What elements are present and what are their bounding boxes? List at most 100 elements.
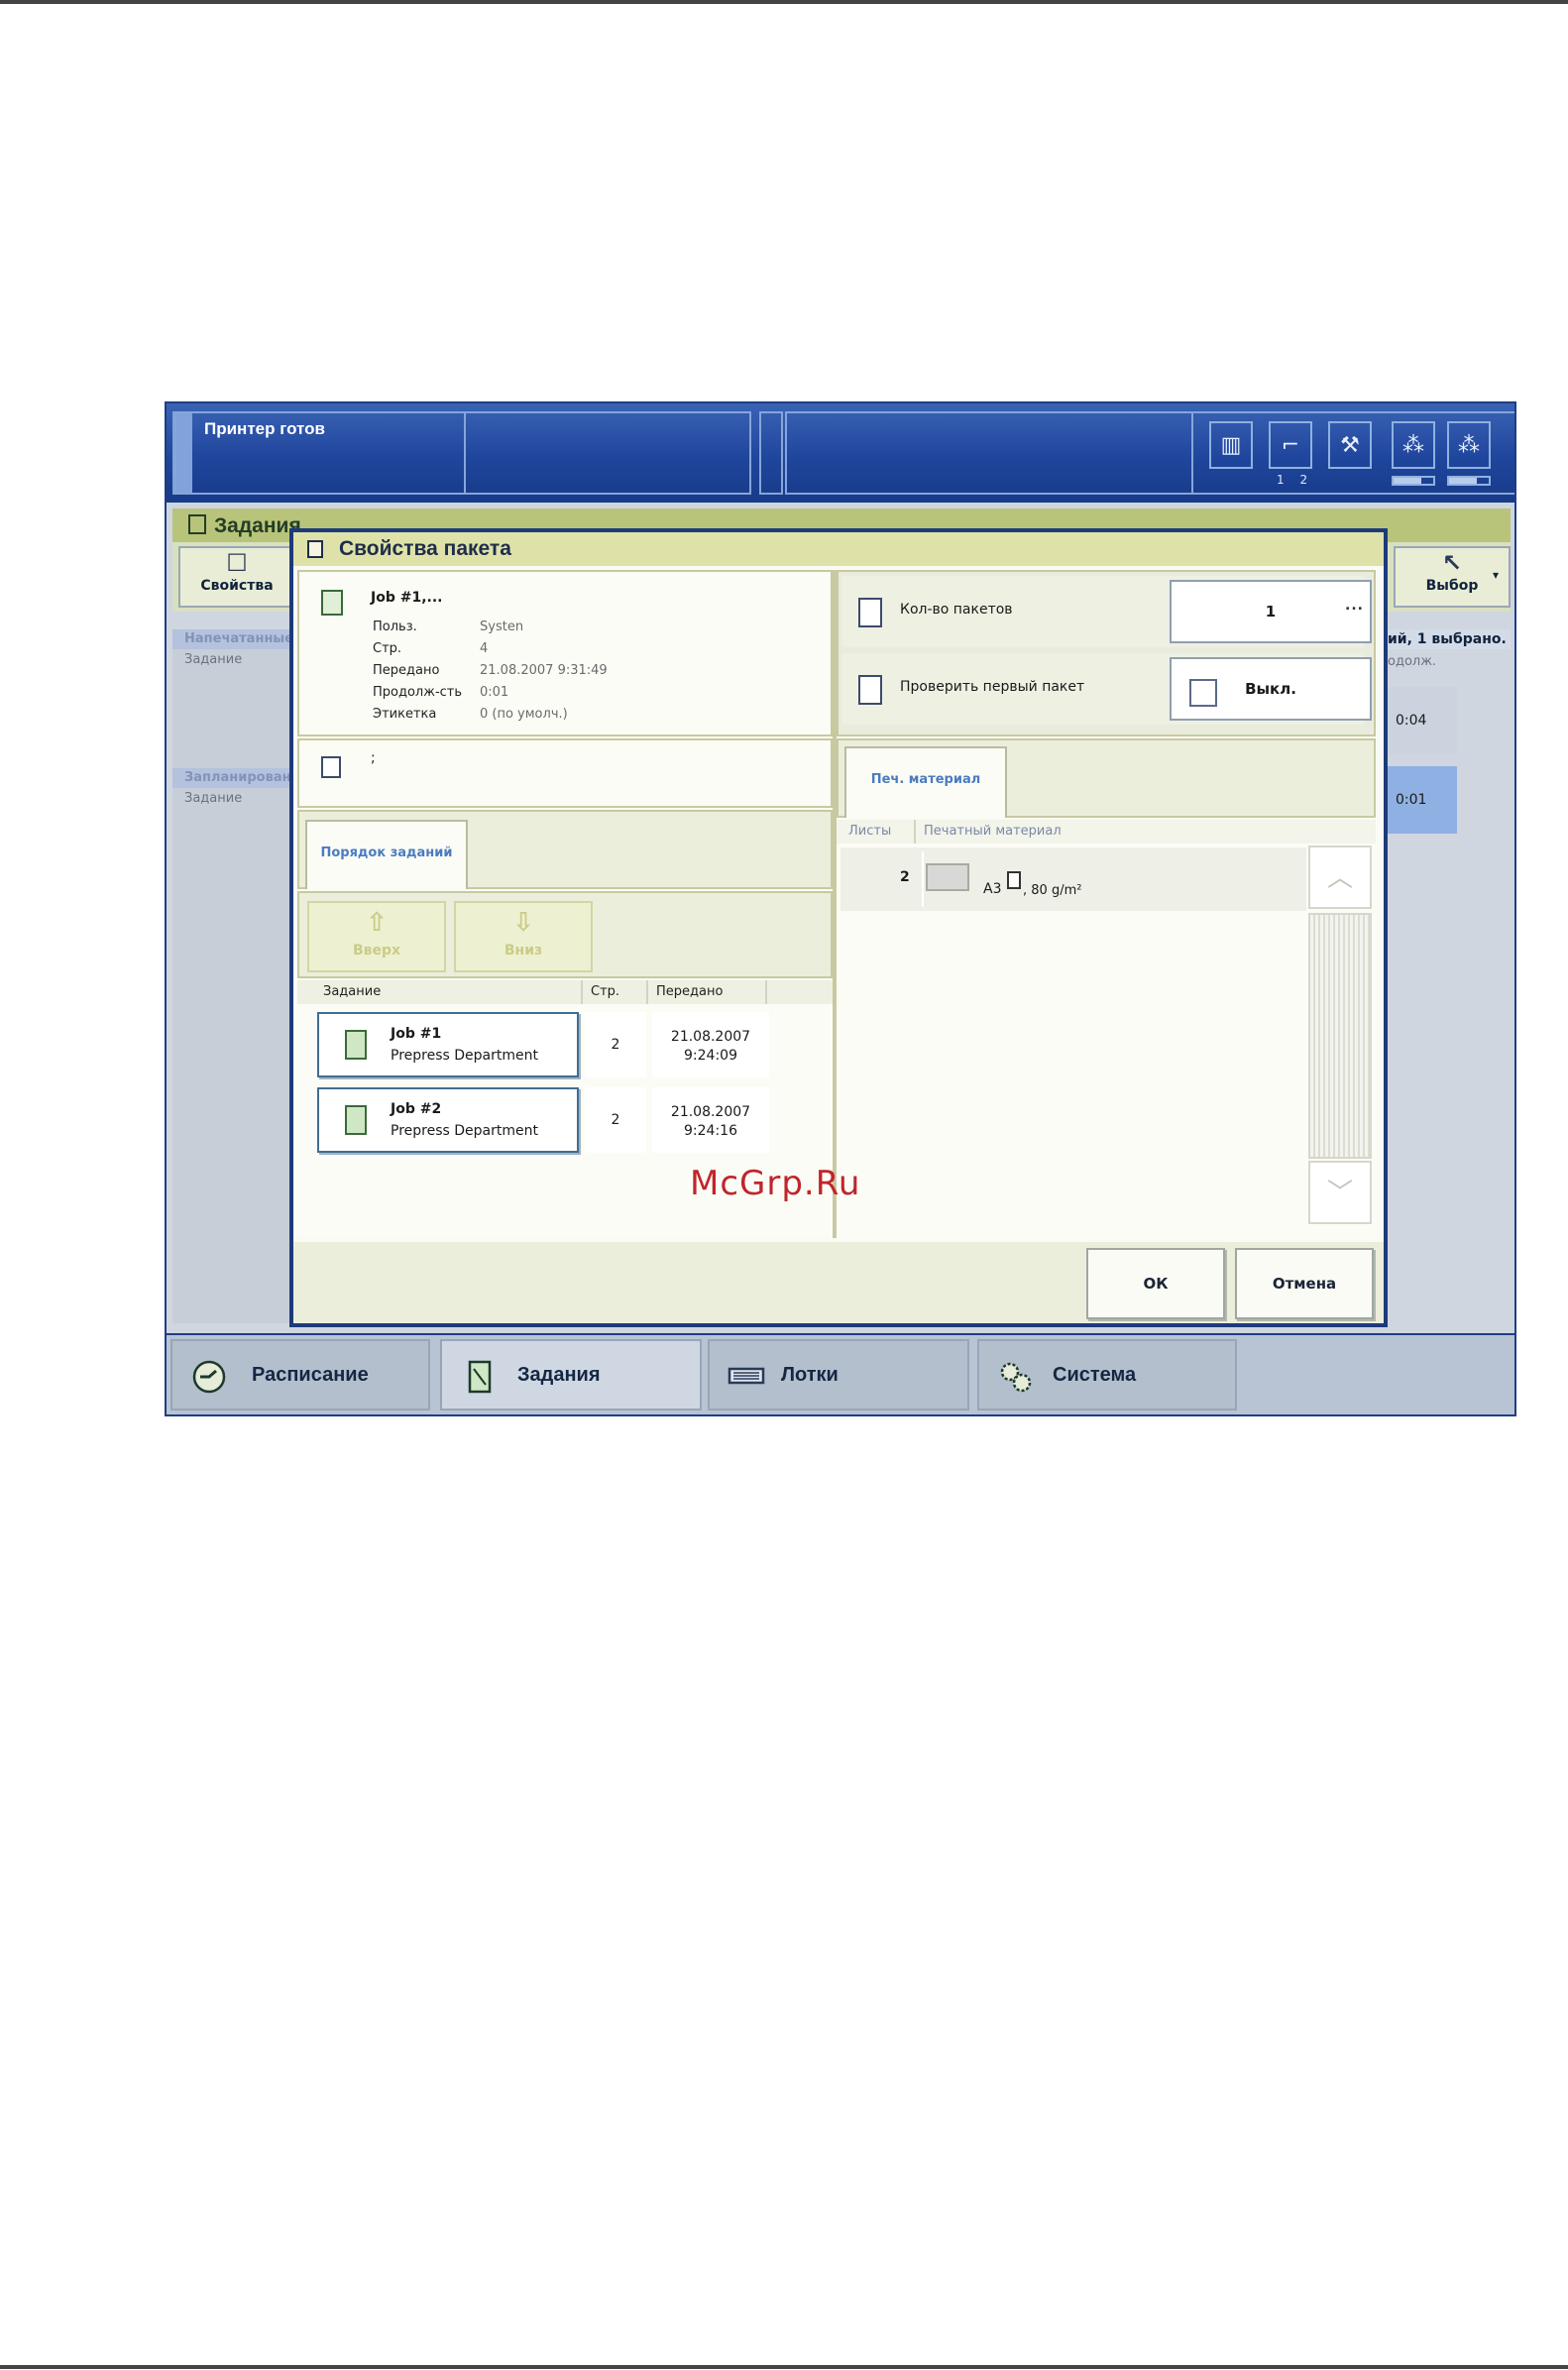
field-value-sent: 21.08.2007 9:31:49 (480, 663, 608, 678)
scroll-down-button[interactable]: ﹀ (1308, 1161, 1372, 1224)
properties-button[interactable]: ☐ Свойства (178, 546, 295, 608)
selection-summary: ий, 1 выбрано. (1388, 629, 1511, 649)
ok-button[interactable]: ОК (1086, 1248, 1225, 1319)
check-first-toggle[interactable]: Выкл. (1170, 657, 1372, 721)
job-info-panel: Job #1,... Польз. Systen Стр. 4 Передано… (297, 570, 833, 736)
tab-print-media[interactable]: Печ. материал (844, 746, 1007, 818)
jobs-icon (188, 514, 206, 534)
move-buttons-panel: ⇧ Вверх ⇩ Вниз (297, 891, 833, 978)
toner-1-icon[interactable]: ⁂ (1392, 421, 1435, 469)
job-1-pages: 2 (585, 1012, 646, 1077)
col-header-sheets: Листы (840, 820, 916, 844)
job-doc-icon (345, 1105, 367, 1135)
field-label-label: Этикетка (373, 707, 437, 722)
job-1-sent: 21.08.2007 9:24:09 (652, 1012, 769, 1077)
check-first-icon (858, 675, 882, 705)
bottom-navigation: Расписание Задания Лотки Система (167, 1333, 1514, 1414)
scrollbar-track[interactable] (1308, 913, 1372, 1159)
check-first-checkbox[interactable] (1189, 679, 1217, 707)
job-1-button[interactable]: Job #1 Prepress Department (317, 1012, 579, 1077)
chevron-down-icon: ▾ (1492, 568, 1499, 582)
field-value-user: Systen (480, 620, 524, 634)
nav-tab-jobs[interactable]: Задания (440, 1339, 702, 1411)
tray-status-icon[interactable]: ⌐ (1269, 421, 1312, 469)
gears-icon (1000, 1362, 1032, 1393)
tab-job-order[interactable]: Порядок заданий (305, 820, 468, 889)
nav-tab-schedule[interactable]: Расписание (170, 1339, 430, 1411)
field-label-sent: Передано (373, 663, 440, 678)
batch-icon (307, 540, 323, 558)
status-divider-right (1191, 411, 1193, 495)
pointer-icon: ↖ (1441, 549, 1463, 577)
copies-row: Кол-во пакетов 1 ... (842, 576, 1372, 647)
copies-value: 1 (1265, 603, 1277, 621)
order-tab-strip: Порядок заданий (297, 810, 833, 889)
clock-icon (192, 1360, 226, 1394)
move-down-button[interactable]: ⇩ Вниз (454, 901, 593, 972)
field-value-label: 0 (по умолч.) (480, 707, 568, 722)
media-sheets: 2 (900, 869, 910, 885)
watermark-text: McGrp.Ru (690, 1164, 861, 1203)
col-header-job: Задание (315, 980, 583, 1004)
job-2-time: 9:24:16 (684, 1123, 737, 1139)
toner-2-level (1447, 476, 1491, 486)
job-2-dept: Prepress Department (391, 1123, 538, 1139)
note-panel[interactable]: ; (297, 738, 833, 808)
media-table-header: Листы Печатный материал (837, 820, 1376, 844)
arrow-up-icon: ⇧ (366, 908, 388, 938)
job-1-date: 21.08.2007 (670, 1029, 751, 1045)
nav-tab-trays[interactable]: Лотки (708, 1339, 969, 1411)
status-divider (464, 411, 466, 495)
field-label-pages: Стр. (373, 641, 402, 656)
status-bar: Принтер готов ▥ ⌐ 1 2 ⚒ ⁂ ⁂ (167, 403, 1514, 503)
media-tab-strip: Печ. материал (837, 738, 1376, 818)
move-up-label: Вверх (352, 943, 401, 959)
job-2-date: 21.08.2007 (670, 1104, 751, 1120)
copies-value-field[interactable]: 1 ... (1170, 580, 1372, 643)
wrench-icon[interactable]: ⚒ (1328, 421, 1372, 469)
batch-settings-panel: Кол-во пакетов 1 ... Проверить первый па… (837, 570, 1376, 736)
dialog-title-bar: Свойства пакета (293, 532, 1384, 566)
cancel-button[interactable]: Отмена (1235, 1248, 1374, 1319)
scheduled-section-header: Запланирован (172, 768, 301, 788)
job-table-header: Задание Стр. Передано (297, 980, 833, 1004)
printed-column-job: Задание (184, 652, 243, 667)
job-2-button[interactable]: Job #2 Prepress Department (317, 1087, 579, 1153)
note-edit-icon (321, 756, 341, 778)
move-up-button[interactable]: ⇧ Вверх (307, 901, 446, 972)
toner-1-level (1392, 476, 1435, 486)
job-2-name: Job #2 (391, 1101, 442, 1117)
batch-properties-dialog: Свойства пакета Job #1,... Польз. Systen… (289, 528, 1388, 1327)
select-button-label: Выбор (1425, 578, 1479, 594)
nav-tab-system-label: Система (1053, 1364, 1137, 1386)
field-label-duration: Продолж-сть (373, 685, 463, 700)
copies-label: Кол-во пакетов (900, 602, 1013, 618)
stacker-icon[interactable]: ▥ (1209, 421, 1253, 469)
jobs-window-title: Задания (188, 514, 301, 538)
field-value-duration: 0:01 (480, 685, 509, 700)
jobs-doc-icon (468, 1360, 492, 1394)
duration-column-header: одолж. (1388, 654, 1437, 669)
jobs-window-title-text: Задания (214, 514, 301, 537)
job-2-pages: 2 (585, 1087, 646, 1153)
media-weight: , 80 g/m² (1023, 883, 1082, 898)
printed-job-duration[interactable]: 0:04 (1388, 687, 1457, 754)
status-panel-small (759, 411, 783, 495)
col-header-pages: Стр. (583, 980, 648, 1004)
toner-2-icon[interactable]: ⁂ (1447, 421, 1491, 469)
check-first-label: Проверить первый пакет (900, 679, 1085, 695)
select-button[interactable]: ↖ Выбор ▾ (1394, 546, 1511, 608)
check-first-value: Выкл. (1245, 680, 1296, 698)
page-portrait-icon (1007, 871, 1021, 889)
media-row[interactable]: 2 A3 , 80 g/m² (840, 847, 1306, 911)
nav-tab-system[interactable]: Система (977, 1339, 1237, 1411)
job-info-title: Job #1,... (371, 590, 443, 606)
page-top-rule (0, 0, 1568, 4)
note-text: ; (371, 750, 376, 766)
media-divider (922, 851, 924, 907)
scroll-up-button[interactable]: ︿ (1308, 846, 1372, 909)
properties-icon: ☐ (226, 549, 248, 577)
scheduled-job-duration[interactable]: 0:01 (1388, 766, 1457, 834)
dialog-title: Свойства пакета (339, 537, 511, 560)
printed-section-header: Напечатанные (172, 629, 301, 649)
